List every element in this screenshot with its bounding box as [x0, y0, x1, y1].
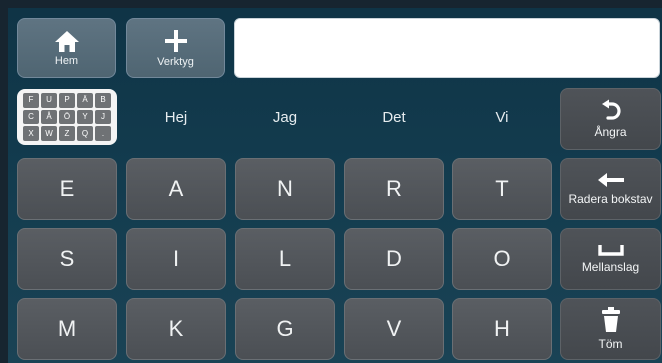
layout-letter: Z [59, 126, 75, 141]
layout-letter: . [95, 126, 111, 141]
key-o[interactable]: O [452, 228, 552, 290]
key-d[interactable]: D [344, 228, 444, 290]
layout-letter: Ä [77, 93, 93, 108]
space-bar-icon [597, 245, 624, 256]
layout-letter: P [59, 93, 75, 108]
key-t[interactable]: T [452, 158, 552, 220]
key-e[interactable]: E [17, 158, 117, 220]
key-m[interactable]: M [17, 298, 117, 360]
space-button[interactable]: Mellanslag [560, 228, 661, 290]
backspace-button[interactable]: Radera bokstav [560, 158, 661, 220]
home-icon [54, 31, 79, 52]
key-v[interactable]: V [344, 298, 444, 360]
key-i[interactable]: I [126, 228, 226, 290]
undo-button[interactable]: Ångra [560, 88, 661, 150]
layout-letter: J [95, 109, 111, 125]
layout-letter: U [41, 93, 57, 108]
home-label: Hem [54, 55, 79, 67]
message-text-field[interactable] [234, 18, 660, 78]
undo-icon [601, 99, 621, 120]
layout-letter: B [95, 93, 111, 108]
undo-label: Ångra [594, 125, 627, 139]
clear-button[interactable]: Töm [560, 298, 661, 360]
layout-letter: C [23, 109, 39, 125]
keyboard-layout-selector[interactable]: F U P Ä B C Å Ö Y J X W Z Q . [17, 89, 117, 145]
key-n[interactable]: N [235, 158, 335, 220]
backspace-label: Radera bokstav [568, 192, 653, 206]
key-s[interactable]: S [17, 228, 117, 290]
layout-letter: W [41, 126, 57, 141]
plus-icon [164, 30, 187, 52]
layout-letter: Å [41, 109, 57, 125]
suggestion-vi[interactable]: Vi [452, 100, 552, 134]
key-a[interactable]: A [126, 158, 226, 220]
key-k[interactable]: K [126, 298, 226, 360]
key-h[interactable]: H [452, 298, 552, 360]
suggestion-jag[interactable]: Jag [235, 100, 335, 134]
key-l[interactable]: L [235, 228, 335, 290]
home-button[interactable]: Hem [17, 18, 116, 78]
key-g[interactable]: G [235, 298, 335, 360]
layout-letter: F [23, 93, 39, 108]
layout-letter: Y [77, 109, 93, 125]
layout-letter: Ö [59, 109, 75, 125]
key-r[interactable]: R [344, 158, 444, 220]
tools-label: Verktyg [157, 56, 194, 68]
backspace-arrow-icon [597, 173, 624, 187]
space-label: Mellanslag [581, 260, 640, 274]
clear-label: Töm [598, 337, 623, 351]
tools-button[interactable]: Verktyg [126, 18, 225, 78]
suggestion-det[interactable]: Det [344, 100, 444, 134]
layout-letter: Q [77, 126, 93, 141]
suggestion-hej[interactable]: Hej [126, 100, 226, 134]
layout-letter: X [23, 126, 39, 141]
app-root: Hem Verktyg F U P Ä B C Å Ö Y J X W Z Q … [8, 8, 662, 363]
trash-icon [601, 307, 620, 332]
